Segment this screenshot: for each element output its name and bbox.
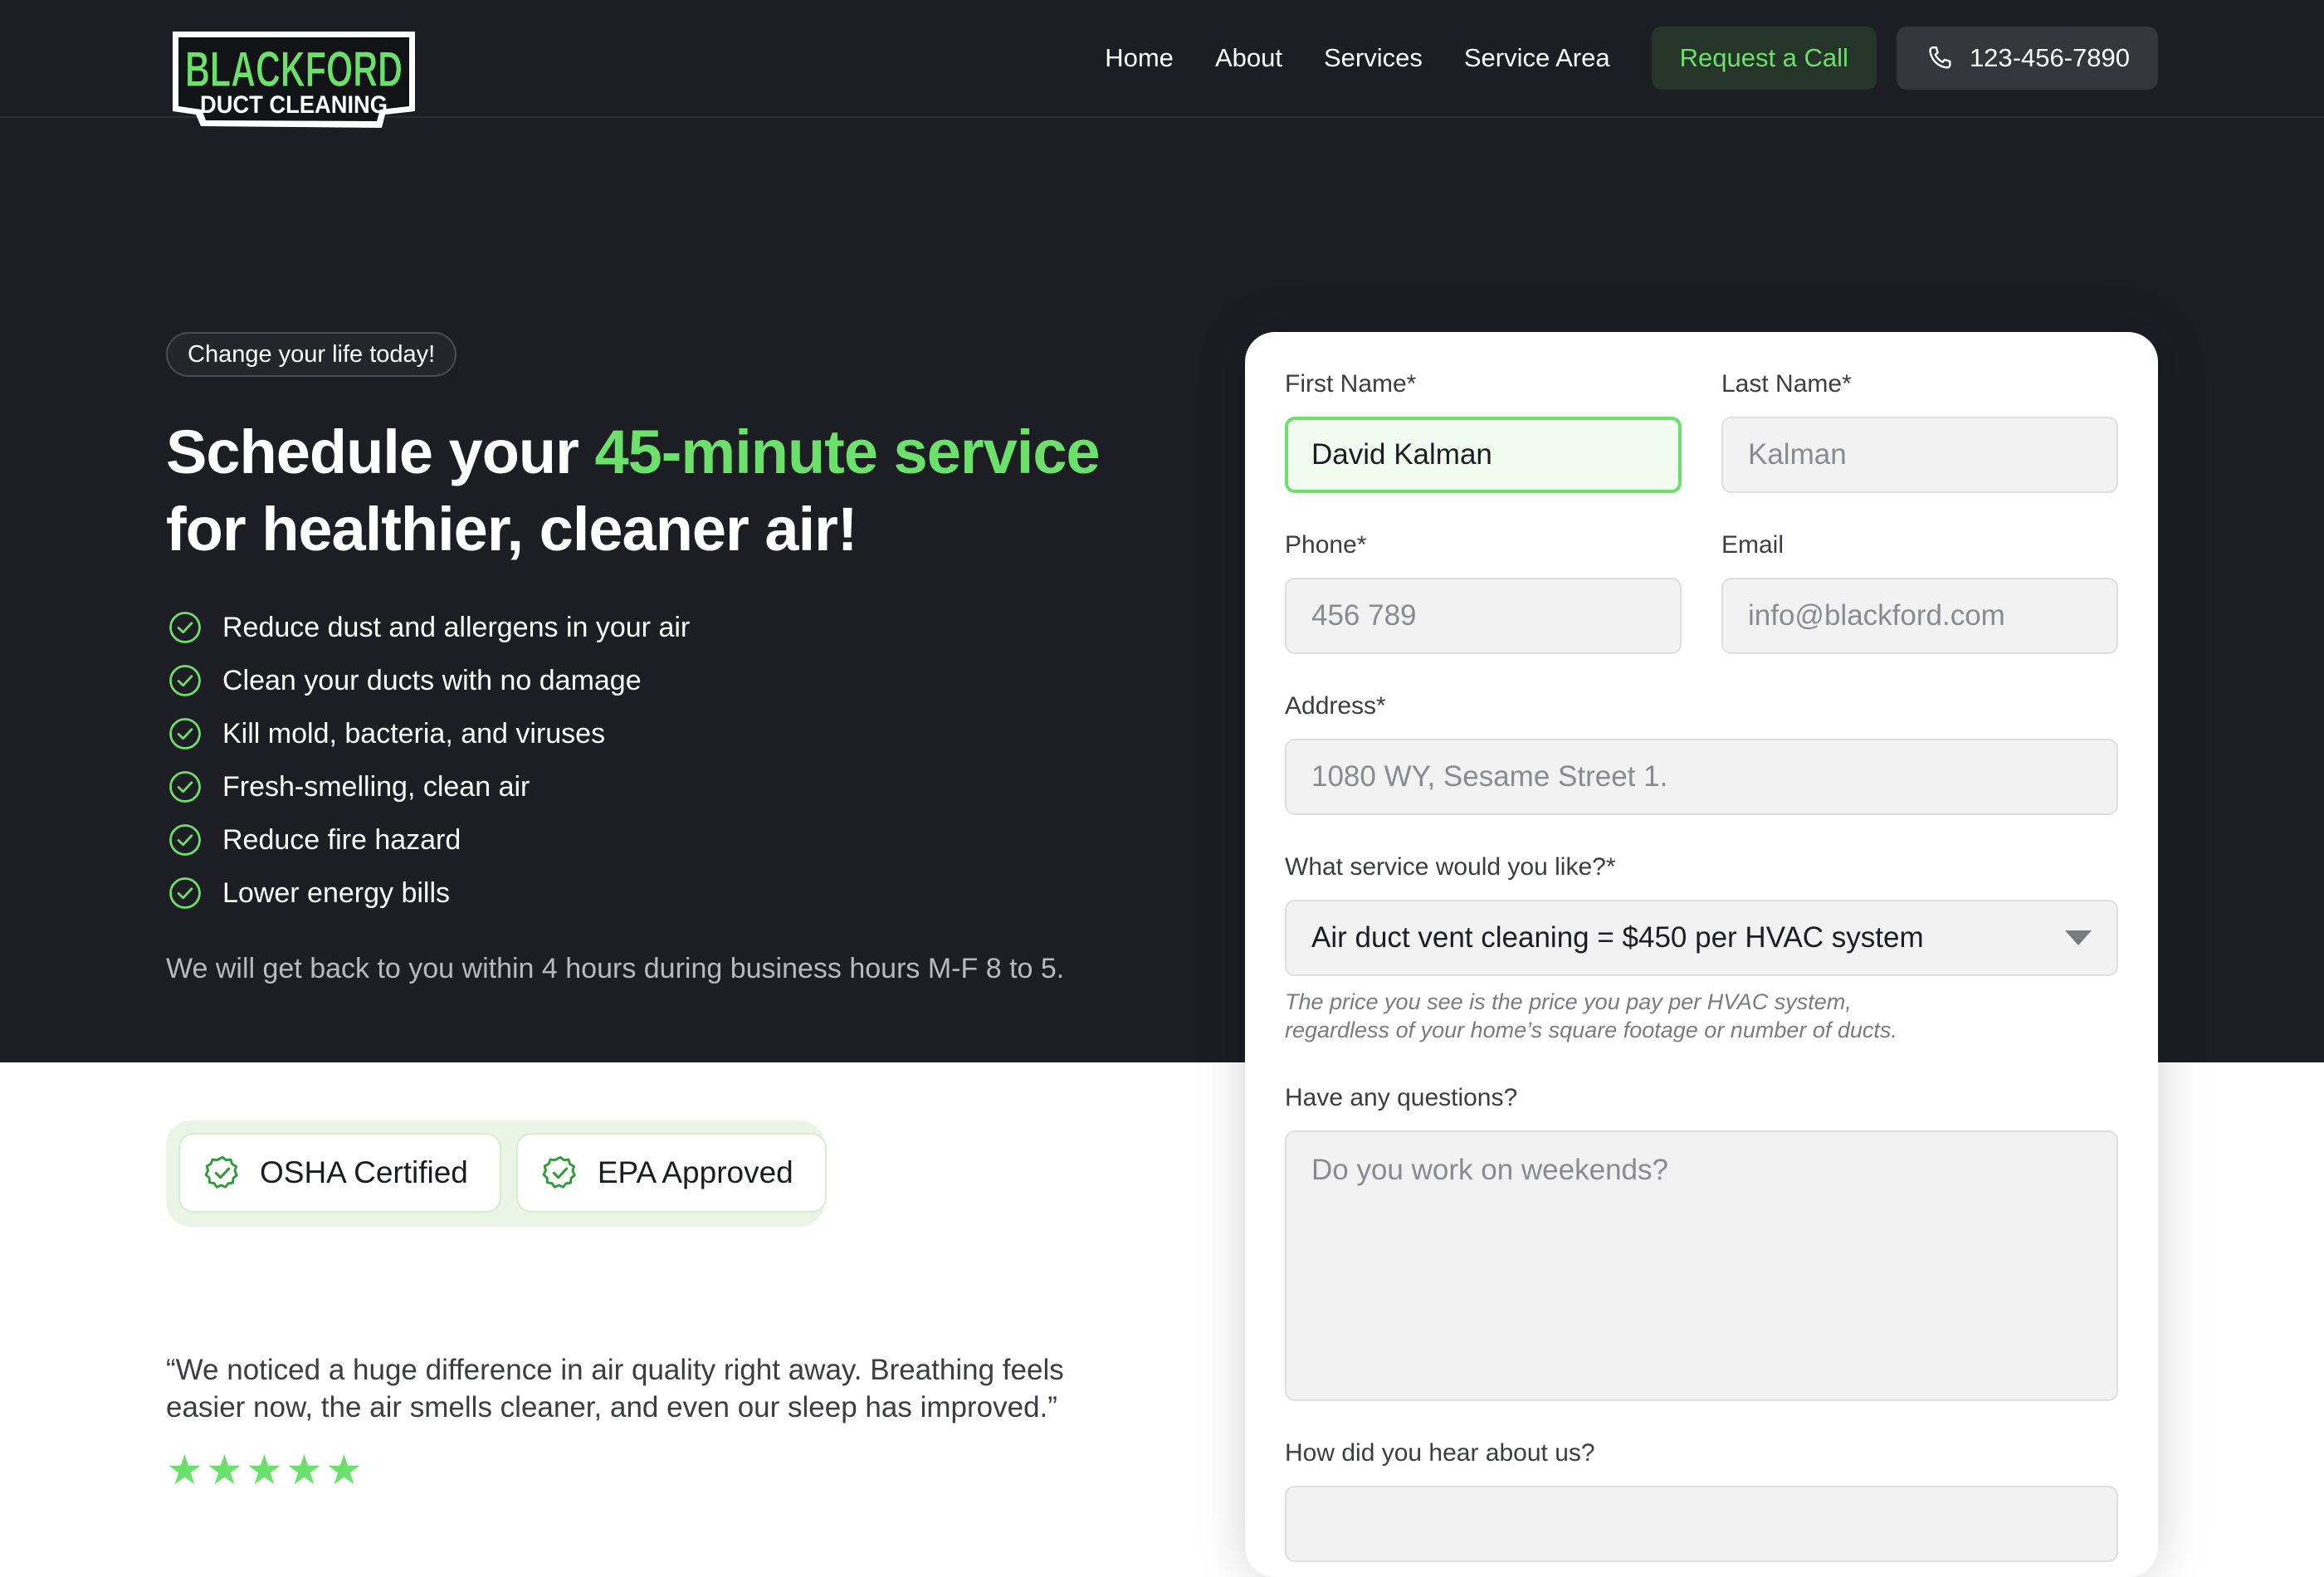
certification-badges: OSHA Certified EPA Approved: [166, 1120, 827, 1227]
hero-headline: Schedule your 45-minute service for heal…: [166, 413, 1162, 568]
benefit-text: Fresh-smelling, clean air: [222, 770, 530, 803]
star-icon: ★: [325, 1447, 363, 1493]
benefit-text: Kill mold, bacteria, and viruses: [222, 717, 606, 749]
osha-badge: OSHA Certified: [178, 1133, 501, 1213]
chevron-down-icon: [2065, 930, 2092, 945]
badge-label: OSHA Certified: [260, 1155, 468, 1189]
address-input[interactable]: [1285, 739, 2118, 815]
questions-textarea[interactable]: [1285, 1130, 2118, 1401]
benefit-text: Clean your ducts with no damage: [222, 664, 642, 696]
pricing-note-line1: The price you see is the price you pay p…: [1285, 989, 1852, 1014]
check-circle-icon: [169, 612, 201, 643]
nav-about[interactable]: About: [1215, 43, 1282, 73]
first-name-label: First Name*: [1285, 370, 1417, 398]
phone-icon: [1929, 46, 1951, 69]
verified-badge-icon: [542, 1155, 576, 1189]
email-input[interactable]: [1721, 578, 2118, 654]
star-icon: ★: [286, 1447, 323, 1493]
phone-number: 123-456-7890: [1969, 43, 2130, 72]
testimonial-quote: “We noticed a huge difference in air qua…: [166, 1354, 1064, 1423]
last-name-input[interactable]: [1721, 417, 2118, 493]
star-icon: ★: [246, 1447, 283, 1493]
nav-home[interactable]: Home: [1105, 43, 1174, 73]
benefit-item: Reduce fire hazard: [168, 813, 690, 867]
phone-label: Phone*: [1285, 531, 1367, 559]
benefit-item: Reduce dust and allergens in your air: [168, 601, 690, 654]
service-selected-value: Air duct vent cleaning = $450 per HVAC s…: [1311, 921, 1924, 954]
phone-button[interactable]: 123-456-7890: [1896, 27, 2158, 90]
epa-badge: EPA Approved: [515, 1133, 827, 1213]
verified-badge-icon: [204, 1155, 238, 1189]
service-label: What service would you like?*: [1285, 853, 1616, 881]
last-name-label: Last Name*: [1721, 370, 1852, 398]
referral-label: How did you hear about us?: [1285, 1439, 1595, 1467]
brand-logo[interactable]: BLACKFORD DUCT CLEANING: [168, 28, 420, 131]
logo-line1: BLACKFORD: [185, 42, 403, 97]
logo-line2: DUCT CLEANING: [200, 91, 388, 119]
badge-label: EPA Approved: [597, 1155, 793, 1189]
benefit-text: Reduce fire hazard: [222, 823, 461, 856]
pricing-note-line2: regardless of your home’s square footage…: [1285, 1018, 1897, 1042]
nav-service-area[interactable]: Service Area: [1464, 43, 1610, 73]
check-circle-icon: [169, 877, 201, 909]
address-label: Address*: [1285, 692, 1386, 720]
main-nav: Home About Services Service Area Request…: [1079, 27, 2158, 90]
pricing-note: The price you see is the price you pay p…: [1285, 988, 1897, 1044]
benefit-text: Reduce dust and allergens in your air: [222, 611, 691, 643]
benefit-item: Kill mold, bacteria, and viruses: [168, 707, 690, 760]
email-label: Email: [1721, 531, 1784, 559]
star-icon: ★: [206, 1447, 243, 1493]
headline-end: for healthier, cleaner air!: [166, 495, 858, 564]
check-circle-icon: [169, 665, 201, 696]
first-name-input[interactable]: [1285, 417, 1682, 493]
tagline-pill: Change your life today!: [166, 332, 457, 377]
response-time-note: We will get back to you within 4 hours d…: [166, 953, 1065, 984]
check-circle-icon: [169, 824, 201, 856]
benefit-item: Lower energy bills: [168, 867, 690, 920]
request-call-button[interactable]: Request a Call: [1651, 27, 1877, 90]
benefit-text: Lower energy bills: [222, 876, 451, 909]
request-form-card: First Name* Last Name* Phone* Email Addr…: [1245, 332, 2158, 1577]
benefit-item: Clean your ducts with no damage: [168, 654, 690, 707]
check-circle-icon: [169, 718, 201, 749]
benefits-list: Reduce dust and allergens in your air Cl…: [168, 601, 690, 920]
nav-services[interactable]: Services: [1324, 43, 1423, 73]
star-rating: ★ ★ ★ ★ ★: [166, 1449, 365, 1491]
phone-input[interactable]: [1285, 578, 1682, 654]
headline-highlight: 45-minute service: [594, 417, 1100, 486]
service-select[interactable]: Air duct vent cleaning = $450 per HVAC s…: [1285, 900, 2118, 976]
star-icon: ★: [166, 1447, 203, 1493]
benefit-item: Fresh-smelling, clean air: [168, 760, 690, 813]
check-circle-icon: [169, 771, 201, 803]
headline-start: Schedule your: [166, 417, 595, 486]
referral-select[interactable]: [1285, 1486, 2118, 1562]
questions-label: Have any questions?: [1285, 1084, 1518, 1111]
